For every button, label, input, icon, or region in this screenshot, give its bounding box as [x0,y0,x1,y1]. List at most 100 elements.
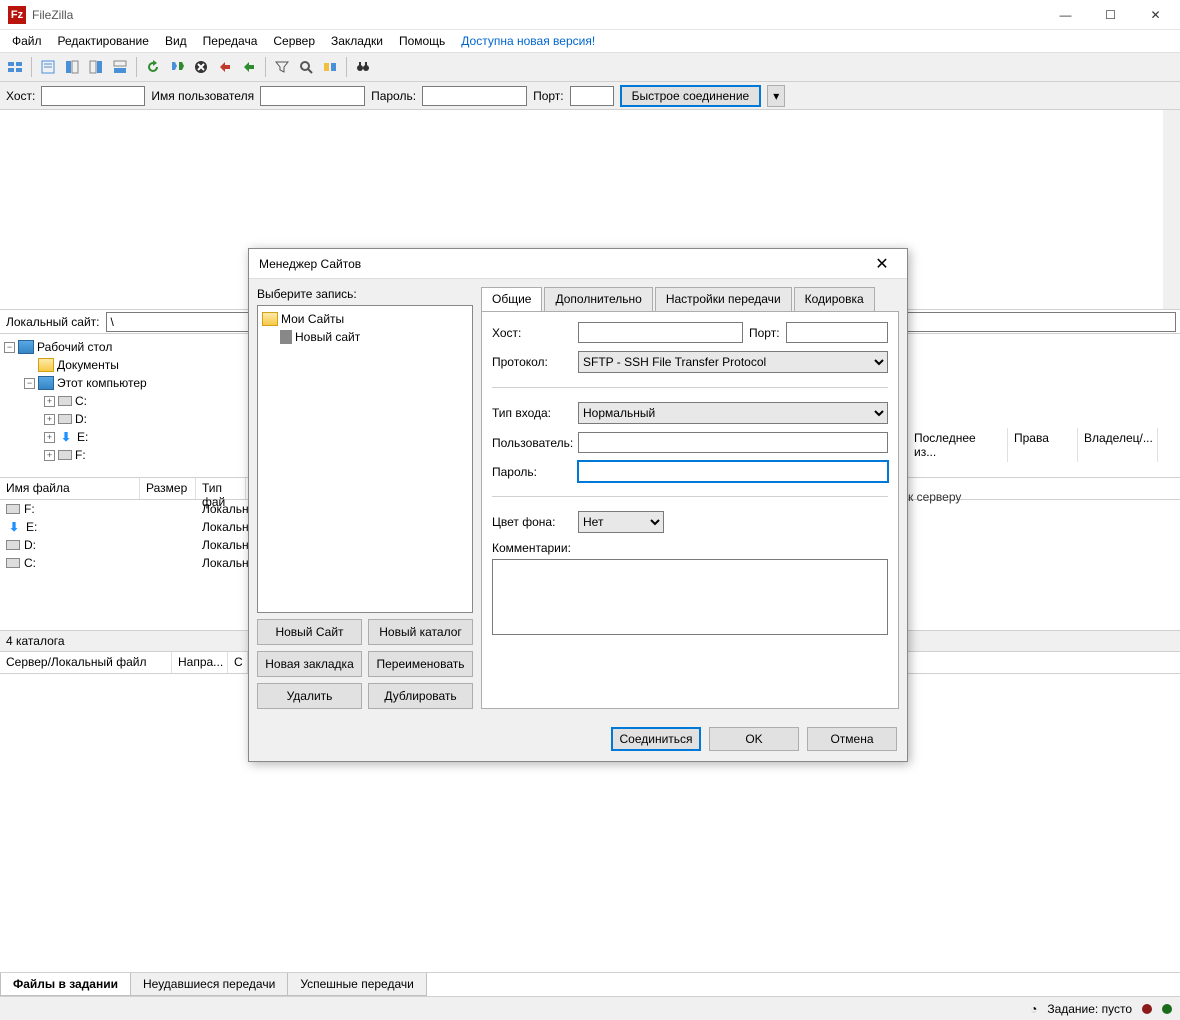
process-queue-icon[interactable] [166,56,188,78]
drive-icon [58,450,72,460]
select-entry-label: Выберите запись: [257,287,473,301]
col-direction[interactable]: Напра... [172,652,228,673]
menu-transfer[interactable]: Передача [195,32,266,50]
delete-button[interactable]: Удалить [257,683,362,709]
tab-transfer-settings[interactable]: Настройки передачи [655,287,792,311]
reconnect-icon[interactable] [238,56,260,78]
col-owner[interactable]: Владелец/... [1078,428,1158,462]
queue-status-text: Задание: пусто [1047,1002,1132,1016]
rename-button[interactable]: Переименовать [368,651,473,677]
col-name[interactable]: Имя файла [0,478,140,499]
binoculars-icon[interactable] [352,56,374,78]
window-minimize-button[interactable]: — [1043,0,1088,30]
tab-failed-transfers[interactable]: Неудавшиеся передачи [130,973,288,996]
scrollbar[interactable] [1163,110,1180,309]
tree-node-drive[interactable]: E: [77,430,88,444]
dlg-port-input[interactable] [786,322,888,343]
quickconnect-button[interactable]: Быстрое соединение [620,85,762,107]
col-permissions[interactable]: Права [1008,428,1078,462]
new-folder-button[interactable]: Новый каталог [368,619,473,645]
new-site-button[interactable]: Новый Сайт [257,619,362,645]
tab-advanced[interactable]: Дополнительно [544,287,652,311]
arrow-down-icon: ⬇ [6,520,22,534]
username-label: Имя пользователя [151,89,254,103]
col-type[interactable]: Тип фай [196,478,246,499]
col-size[interactable]: Размер [140,478,196,499]
col-last-modified[interactable]: Последнее из... [908,428,1008,462]
tab-charset[interactable]: Кодировка [794,287,875,311]
toggle-remote-tree-icon[interactable] [85,56,107,78]
filter-icon[interactable] [271,56,293,78]
connect-button[interactable]: Соединиться [611,727,701,751]
window-close-button[interactable]: ✕ [1133,0,1178,30]
dlg-bgcolor-select[interactable]: Нет [578,511,664,533]
col-other[interactable]: С [228,652,248,673]
dlg-comments-textarea[interactable] [492,559,888,635]
menu-bookmarks[interactable]: Закладки [323,32,391,50]
dialog-footer: Соединиться OK Отмена [249,717,907,761]
dialog-title: Менеджер Сайтов [259,257,867,271]
password-input[interactable] [422,86,527,106]
window-maximize-button[interactable]: ☐ [1088,0,1133,30]
dialog-titlebar[interactable]: Менеджер Сайтов ✕ [249,249,907,279]
folder-icon [38,358,54,372]
tree-node-documents[interactable]: Документы [57,358,119,372]
cancel-button[interactable]: Отмена [807,727,897,751]
expand-icon[interactable]: − [24,378,35,389]
ok-button[interactable]: OK [709,727,799,751]
drive-icon [58,414,72,424]
expand-icon[interactable]: + [44,450,55,461]
dlg-user-input[interactable] [578,432,888,453]
host-input[interactable] [41,86,145,106]
port-input[interactable] [570,86,614,106]
expand-icon[interactable]: + [44,432,55,443]
drive-icon [6,558,20,568]
new-bookmark-button[interactable]: Новая закладка [257,651,362,677]
menu-server[interactable]: Сервер [265,32,323,50]
username-input[interactable] [260,86,365,106]
dlg-pass-input[interactable] [578,461,888,482]
expand-icon[interactable]: + [44,414,55,425]
refresh-icon[interactable] [142,56,164,78]
duplicate-button[interactable]: Дублировать [368,683,473,709]
menu-update-available[interactable]: Доступна новая версия! [453,32,603,50]
expand-icon[interactable]: − [4,342,15,353]
tab-successful-transfers[interactable]: Успешные передачи [287,973,427,996]
dlg-host-input[interactable] [578,322,743,343]
compare-icon[interactable] [319,56,341,78]
tree-my-sites[interactable]: Мои Сайты [281,312,344,326]
queue-indicator-icon: ◔ [1030,1002,1037,1016]
toggle-log-icon[interactable] [37,56,59,78]
remote-list-header: Последнее из... Права Владелец/... [908,428,1158,462]
tree-node-drive[interactable]: F: [75,448,86,462]
col-server-file[interactable]: Сервер/Локальный файл [0,652,172,673]
toggle-local-tree-icon[interactable] [61,56,83,78]
app-title: FileZilla [32,8,1043,22]
tab-general[interactable]: Общие [481,287,542,311]
dlg-host-label: Хост: [492,326,572,340]
dialog-close-button[interactable]: ✕ [867,254,897,274]
dlg-protocol-select[interactable]: SFTP - SSH File Transfer Protocol [578,351,888,373]
tab-queued-files[interactable]: Файлы в задании [0,973,131,996]
menu-edit[interactable]: Редактирование [50,32,157,50]
toggle-queue-icon[interactable] [109,56,131,78]
site-tree[interactable]: Мои Сайты Новый сайт [257,305,473,613]
menu-file[interactable]: Файл [4,32,50,50]
computer-icon [38,376,54,390]
dlg-logon-select[interactable]: Нормальный [578,402,888,424]
menu-view[interactable]: Вид [157,32,195,50]
menu-help[interactable]: Помощь [391,32,453,50]
site-manager-icon[interactable] [4,56,26,78]
tree-node-desktop[interactable]: Рабочий стол [37,340,112,354]
expand-icon[interactable]: + [44,396,55,407]
tree-node-drive[interactable]: C: [75,394,87,408]
toolbar-separator [136,57,137,77]
cancel-icon[interactable] [190,56,212,78]
drive-icon [58,396,72,406]
quickconnect-dropdown[interactable]: ▾ [767,85,785,107]
tree-node-drive[interactable]: D: [75,412,87,426]
disconnect-icon[interactable] [214,56,236,78]
tree-new-site[interactable]: Новый сайт [295,330,360,344]
tree-node-this-pc[interactable]: Этот компьютер [57,376,147,390]
search-icon[interactable] [295,56,317,78]
